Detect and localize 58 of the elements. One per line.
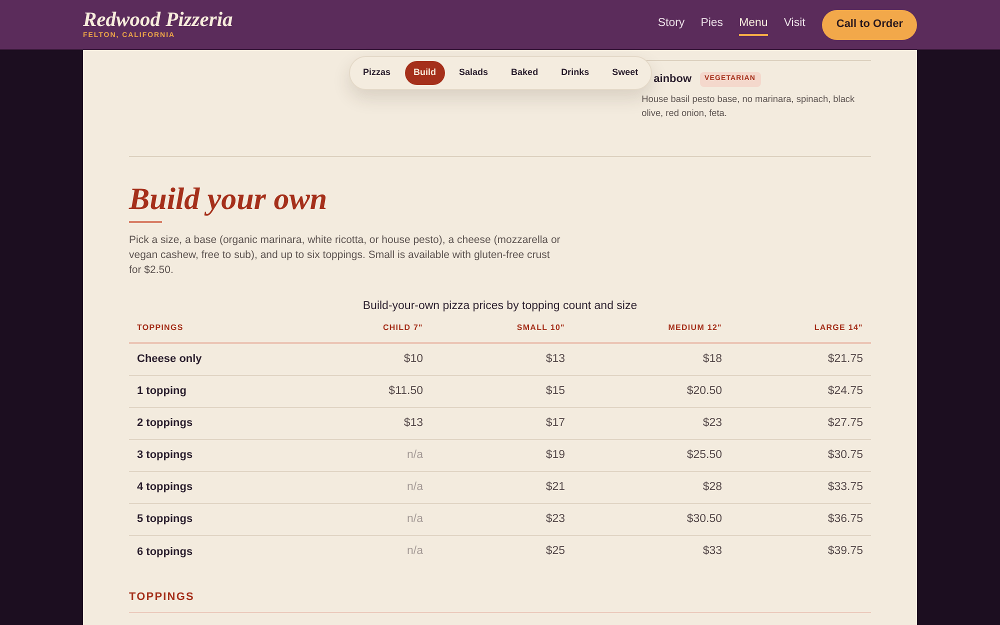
category-tab[interactable]: Baked [502,61,548,85]
category-tab[interactable]: Build [404,61,446,85]
price-cell-text: $23 [544,512,566,527]
toppings-heading: TOPPINGS [129,588,871,614]
price-cell-text: $13 [544,352,566,367]
topping-count-cell-text: 4 toppings [136,480,194,495]
nav-link[interactable]: Menu [739,13,768,36]
price-cell-text: n/a [406,480,424,495]
price-cell-text: $25 [544,544,566,560]
price-cell-text: $30.75 [826,448,864,463]
nav-link[interactable]: Pies [700,13,724,36]
price-cell-text: n/a [406,544,424,560]
column-header: SMALL 10" [516,322,566,334]
price-cell-text: $21.75 [826,352,864,367]
section-title: Build your own [129,180,328,216]
column-header: LARGE 14" [813,322,864,334]
price-cell-text: $33.75 [826,480,864,495]
category-tab[interactable]: Drinks [552,61,598,85]
category-tab[interactable]: Sweet [603,61,648,85]
price-cell-text: $23 [702,416,723,431]
price-cell-text: $33 [702,544,723,560]
price-cell-text: $36.75 [826,512,864,527]
column-header: MEDIUM 12" [667,322,723,334]
price-cell-text: n/a [406,512,424,527]
topping-count-cell-text: 2 toppings [136,416,194,431]
topping-count-cell-text: 6 toppings [136,544,194,560]
section-intro: Pick a size, a base (organic marinara, white ricotta, or house pesto), a cheese (mozzarella or vegan cashew, free to sub), and up to six toppings. Small is available with gluten-free crust for $2.50. [129,232,562,278]
topping-count-cell-text: 1 topping [136,384,188,399]
pizza-name: ainbow [654,72,692,87]
price-cell-text: $15 [544,384,566,399]
price-cell-text: $30.50 [686,512,723,527]
price-cell-text: $18 [702,352,723,367]
table-caption: Build-your-own pizza prices by topping count and size [362,298,638,314]
call-to-order-button[interactable]: Call to Order [822,10,917,40]
price-cell-text: $10 [402,352,424,367]
nav-link[interactable]: Story [658,13,685,36]
column-header: CHILD 7" [382,322,424,334]
price-cell-text: $17 [544,416,566,431]
price-cell-text: $13 [402,416,424,431]
site-logo[interactable]: Redwood Pizzeria [83,10,233,31]
price-cell-text: $27.75 [826,416,864,431]
pizza-description: House basil pesto base, no marinara, spinach, black olive, red onion, feta. [642,92,856,120]
nav-link[interactable]: Visit [784,13,806,36]
price-cell-text: $39.75 [826,544,864,560]
topping-count-cell-text: 5 toppings [136,512,194,527]
column-header: TOPPINGS [136,322,184,334]
price-cell-text: $24.75 [826,384,864,399]
price-cell-text: $25.50 [686,448,723,463]
price-cell-text: n/a [406,448,424,463]
category-tab[interactable]: Salads [450,61,498,85]
price-cell-text: $11.50 [388,384,424,399]
price-cell-text: $20.50 [686,384,723,399]
price-cell-text: $19 [544,448,566,463]
topping-count-cell-text: 3 toppings [136,448,194,463]
price-cell-text: $21 [544,480,566,495]
category-tab[interactable]: Pizzas [354,61,400,85]
topping-count-cell-text: Cheese only [136,352,203,367]
price-cell-text: $28 [702,480,723,495]
